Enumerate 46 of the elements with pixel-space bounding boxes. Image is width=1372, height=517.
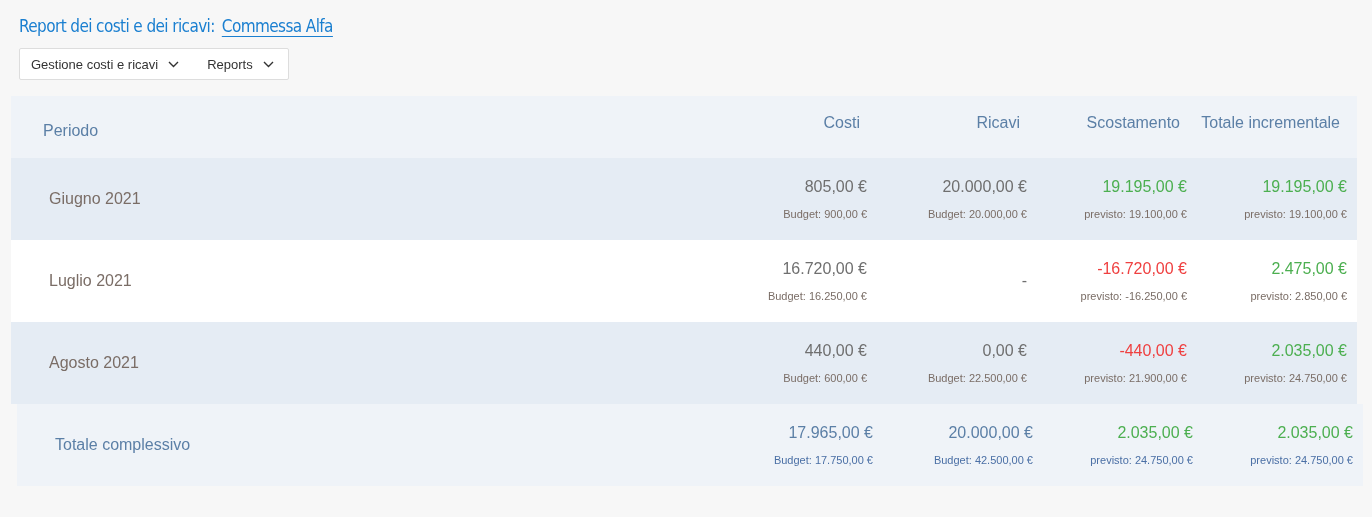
amount-value: 440,00 € [804,342,867,360]
forecast-note: Budget: 17.750,00 € [773,454,873,466]
forecast-note: Budget: 22.500,00 € [927,372,1027,384]
amount-value: 2.035,00 € [1277,424,1353,442]
amount-value: 0,00 € [982,342,1027,360]
amount-value: 19.195,00 € [1102,178,1187,196]
amount-value: 20.000,00 € [942,178,1027,196]
column-header: Costi [822,114,860,132]
column-header: Scostamento [1085,114,1180,132]
page-title: Report dei costi e dei ricavi: [19,16,215,36]
forecast-note: previsto: 24.750,00 € [1090,454,1193,466]
amount-value: 2.035,00 € [1117,424,1193,442]
column-header: Periodo [42,122,100,140]
chevron-down-icon [262,60,274,68]
forecast-note: previsto: 19.100,00 € [1084,208,1187,220]
forecast-note: Budget: 16.250,00 € [767,290,867,302]
period-label: Giugno 2021 [48,190,142,208]
amount-value: 16.720,00 € [782,260,867,278]
period-label: Totale complessivo [54,436,192,454]
amount-value: 805,00 € [804,178,867,196]
forecast-note: Budget: 600,00 € [783,372,867,384]
amount-value: -440,00 € [1119,342,1187,360]
forecast-note: Budget: 42.500,00 € [933,454,1033,466]
project-link[interactable]: Commessa Alfa [221,16,333,36]
period-label: Agosto 2021 [48,354,140,372]
amount-value: 2.035,00 € [1271,342,1347,360]
forecast-note: previsto: 2.850,00 € [1250,290,1347,302]
forecast-note: Budget: 900,00 € [783,208,867,220]
forecast-note: previsto: 21.900,00 € [1084,372,1187,384]
menu-dropdown[interactable]: Reports [207,56,274,72]
forecast-note: Budget: 20.000,00 € [927,208,1027,220]
amount-value: 20.000,00 € [948,424,1033,442]
column-header: Totale incrementale [1200,114,1340,132]
forecast-note: previsto: 24.750,00 € [1250,454,1353,466]
menu-dropdown[interactable]: Gestione costi e ricavi [31,56,180,72]
column-header: Ricavi [975,114,1020,132]
chevron-down-icon [168,60,180,68]
forecast-note: previsto: 24.750,00 € [1244,372,1347,384]
amount-value: - [1021,272,1027,290]
period-label: Luglio 2021 [48,272,133,290]
amount-value: -16.720,00 € [1097,260,1187,278]
amount-value: 17.965,00 € [788,424,873,442]
forecast-note: previsto: -16.250,00 € [1080,290,1187,302]
forecast-note: previsto: 19.100,00 € [1244,208,1347,220]
amount-value: 19.195,00 € [1262,178,1347,196]
amount-value: 2.475,00 € [1271,260,1347,278]
